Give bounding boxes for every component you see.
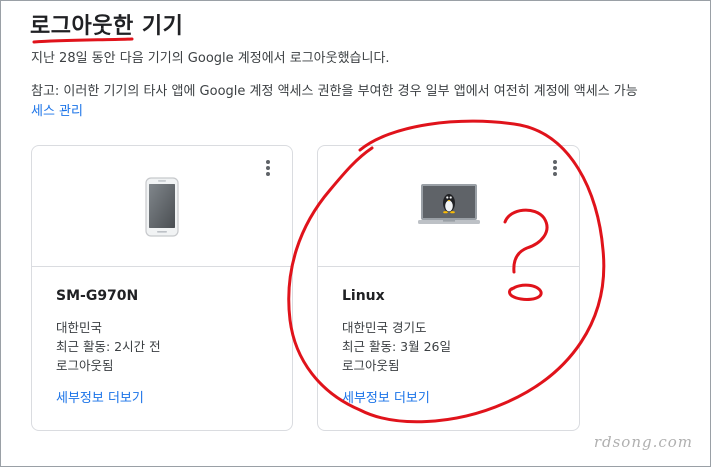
- device-card-header: [32, 146, 292, 267]
- device-location: 대한민국: [56, 320, 103, 335]
- device-details-link[interactable]: 세부정보 더보기: [342, 387, 569, 406]
- device-card-body: Linux 대한민국 경기도 최근 활동: 3월 26일 로그아웃됨 세부정보 …: [342, 288, 569, 406]
- access-note: 참고: 이러한 기기의 타사 앱에 Google 계정 액세스 권한을 부여한 …: [31, 84, 638, 99]
- watermark: rdsong.com: [593, 433, 693, 451]
- phone-icon: [145, 177, 179, 237]
- device-last-activity: 최근 활동: 3월 26일: [342, 339, 451, 354]
- device-card-header: [318, 146, 579, 267]
- device-location: 대한민국 경기도: [342, 320, 427, 335]
- device-name: Linux: [342, 288, 385, 304]
- page-title: 로그아웃한 기기: [30, 14, 184, 39]
- device-status: 로그아웃됨: [342, 358, 400, 373]
- linux-laptop-icon: [417, 184, 480, 224]
- more-options-icon[interactable]: [549, 160, 561, 178]
- device-status: 로그아웃됨: [56, 358, 114, 373]
- device-card-body: SM-G970N 대한민국 최근 활동: 2시간 전 로그아웃됨 세부정보 더보…: [56, 288, 282, 406]
- device-name: SM-G970N: [56, 288, 139, 304]
- more-options-icon[interactable]: [262, 160, 274, 178]
- device-card-phone: SM-G970N 대한민국 최근 활동: 2시간 전 로그아웃됨 세부정보 더보…: [31, 145, 293, 431]
- device-card-linux: Linux 대한민국 경기도 최근 활동: 3월 26일 로그아웃됨 세부정보 …: [317, 145, 580, 431]
- device-last-activity: 최근 활동: 2시간 전: [56, 339, 161, 354]
- page-subtitle: 지난 28일 동안 다음 기기의 Google 계정에서 로그아웃했습니다.: [31, 51, 390, 66]
- device-details-link[interactable]: 세부정보 더보기: [56, 387, 282, 406]
- access-manage-link[interactable]: 세스 관리: [31, 100, 83, 119]
